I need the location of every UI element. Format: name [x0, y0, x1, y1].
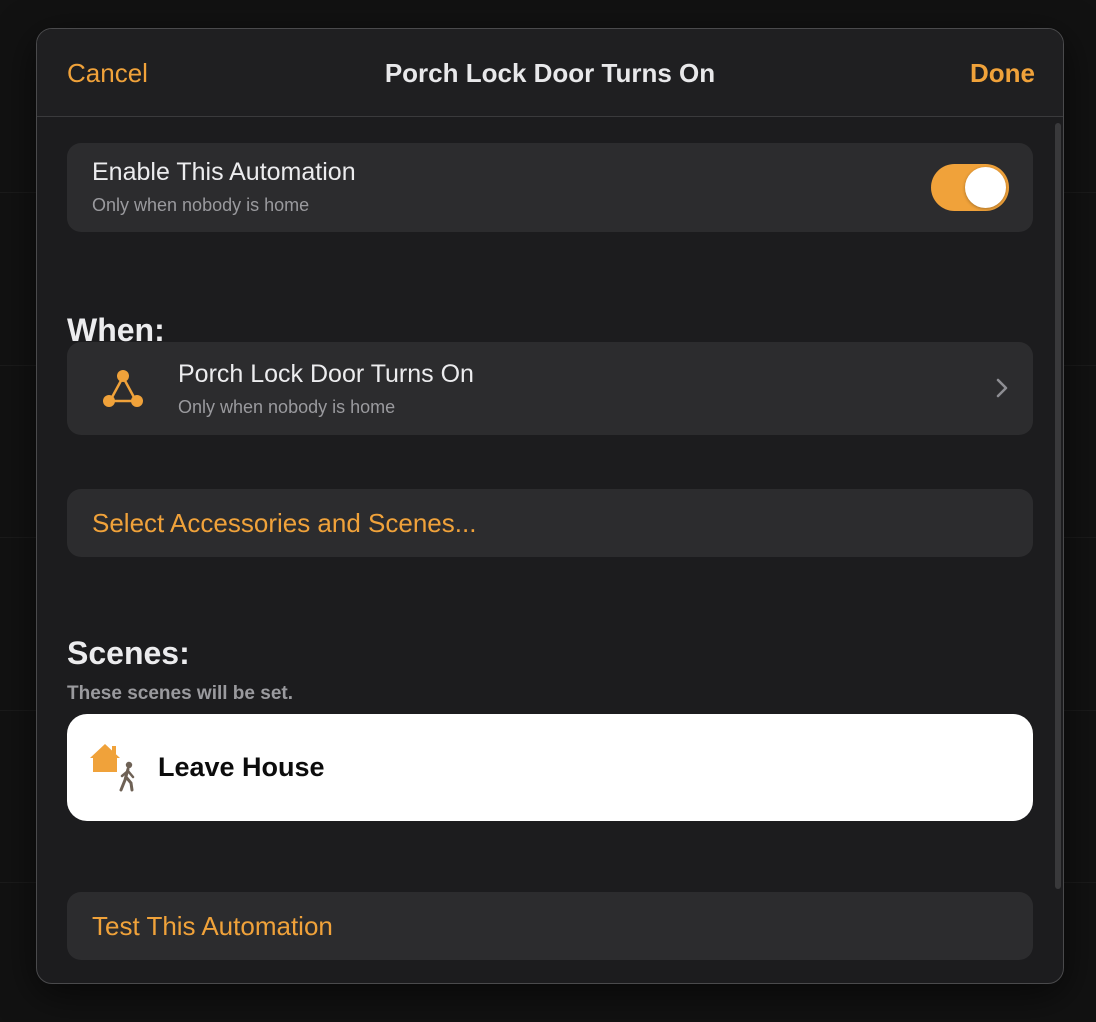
scenes-subtitle: These scenes will be set. — [67, 683, 293, 704]
toggle-knob — [965, 167, 1006, 208]
scenes-heading: Scenes: — [67, 635, 190, 671]
automation-sheet: Cancel Porch Lock Door Turns On Done Ena… — [36, 28, 1064, 984]
test-automation-label: Test This Automation — [92, 911, 333, 941]
scene-label: Leave House — [158, 752, 325, 782]
house-walking-person-icon — [90, 744, 135, 792]
select-accessories-label: Select Accessories and Scenes... — [92, 508, 477, 538]
trigger-subtitle: Only when nobody is home — [178, 397, 396, 417]
sheet-title: Porch Lock Door Turns On — [384, 58, 716, 88]
enable-automation-subtitle: Only when nobody is home — [92, 195, 310, 215]
chevron-right-icon — [996, 378, 1008, 398]
enable-automation-card: Enable This Automation Only when nobody … — [67, 143, 1033, 232]
navigation-bar: Cancel Porch Lock Door Turns On Done — [37, 29, 1063, 117]
trigger-title: Porch Lock Door Turns On — [178, 360, 474, 388]
sheet-content[interactable]: Enable This Automation Only when nobody … — [37, 117, 1063, 983]
automation-trigger-icon — [103, 370, 143, 407]
trigger-row[interactable]: Porch Lock Door Turns On Only when nobod… — [67, 342, 1033, 435]
scene-tile-leave-house[interactable]: Leave House — [67, 714, 1033, 821]
select-accessories-button[interactable]: Select Accessories and Scenes... — [67, 489, 1033, 557]
enable-automation-toggle[interactable] — [931, 164, 1009, 211]
done-button[interactable]: Done — [970, 57, 1035, 89]
test-automation-button[interactable]: Test This Automation — [67, 892, 1033, 960]
enable-automation-title: Enable This Automation — [92, 158, 356, 186]
vertical-scrollbar[interactable] — [1055, 123, 1061, 889]
